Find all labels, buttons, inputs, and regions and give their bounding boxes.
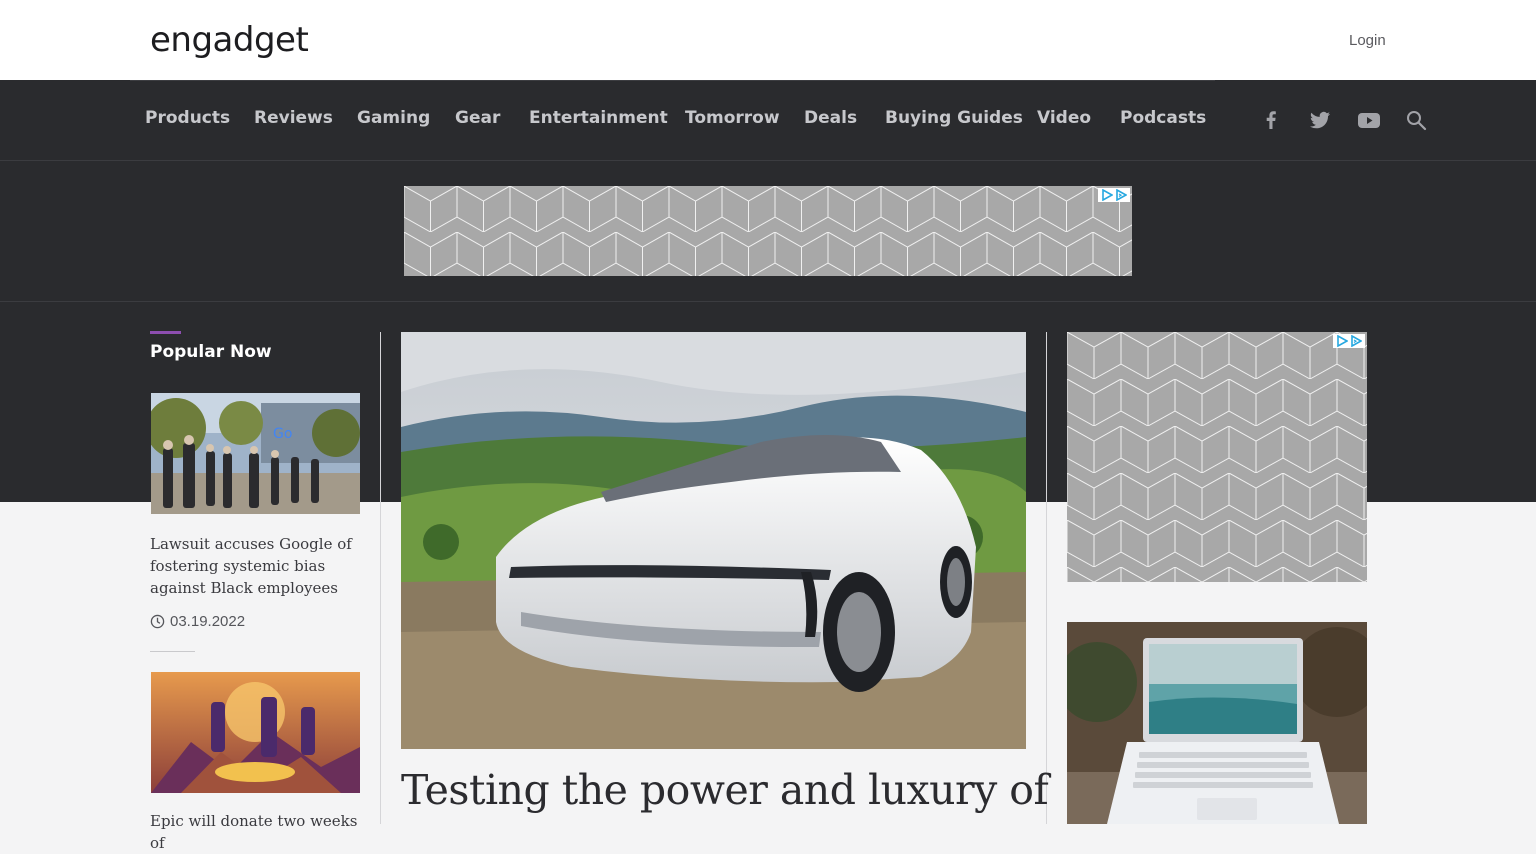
nav-item-deals[interactable]: Deals xyxy=(804,108,857,128)
nav-item-podcasts[interactable]: Podcasts xyxy=(1120,108,1206,128)
adchoices-icon[interactable] xyxy=(1333,334,1365,348)
popular-date: 03.19.2022 xyxy=(150,613,245,630)
sidebar-article-image[interactable] xyxy=(1067,622,1367,824)
engadget-logo[interactable]: engadget xyxy=(150,22,309,58)
google-campus-image: Go xyxy=(151,393,360,514)
youtube-icon[interactable] xyxy=(1357,108,1381,132)
nav-item-tomorrow[interactable]: Tomorrow xyxy=(685,108,780,128)
main-nav: Products Reviews Gaming Gear Entertainme… xyxy=(0,80,1536,161)
nav-item-buying-guides[interactable]: Buying Guides xyxy=(885,108,1023,128)
nav-item-entertainment[interactable]: Entertainment xyxy=(529,108,668,128)
nav-item-gaming[interactable]: Gaming xyxy=(357,108,430,128)
twitter-icon[interactable] xyxy=(1308,108,1332,132)
adchoices-icon[interactable] xyxy=(1098,188,1130,202)
featured-image[interactable] xyxy=(401,332,1026,749)
divider xyxy=(150,651,195,652)
popular-date-text: 03.19.2022 xyxy=(170,613,246,630)
search-icon[interactable] xyxy=(1404,108,1428,132)
column-divider xyxy=(380,332,381,824)
popular-headline[interactable]: Epic will donate two weeks of xyxy=(150,810,362,854)
nav-item-products[interactable]: Products xyxy=(145,108,230,128)
ad-pattern xyxy=(1067,332,1367,582)
nav-item-gear[interactable]: Gear xyxy=(455,108,500,128)
popular-headline[interactable]: Lawsuit accuses Google of fostering syst… xyxy=(150,533,362,599)
popular-now-heading: Popular Now xyxy=(150,342,272,362)
top-bar: engadget Login xyxy=(0,0,1536,80)
section-accent xyxy=(150,331,181,334)
lucid-air-image xyxy=(401,332,1026,749)
featured-headline[interactable]: Testing the power and luxury of xyxy=(401,766,1049,814)
laptop-image xyxy=(1067,622,1367,824)
popular-thumbnail-fortnite[interactable] xyxy=(151,672,360,793)
svg-text:Go: Go xyxy=(273,426,292,442)
banner-ad[interactable] xyxy=(404,186,1132,276)
popular-thumbnail-google[interactable]: Go xyxy=(151,393,360,514)
ad-pattern xyxy=(404,186,1132,276)
column-divider xyxy=(1046,332,1047,824)
nav-item-video[interactable]: Video xyxy=(1037,108,1091,128)
fortnite-image xyxy=(151,672,360,793)
nav-item-reviews[interactable]: Reviews xyxy=(254,108,333,128)
login-link[interactable]: Login xyxy=(1349,32,1386,49)
sidebar-ad[interactable] xyxy=(1067,332,1367,582)
clock-icon xyxy=(150,614,165,629)
facebook-icon[interactable] xyxy=(1259,108,1283,132)
